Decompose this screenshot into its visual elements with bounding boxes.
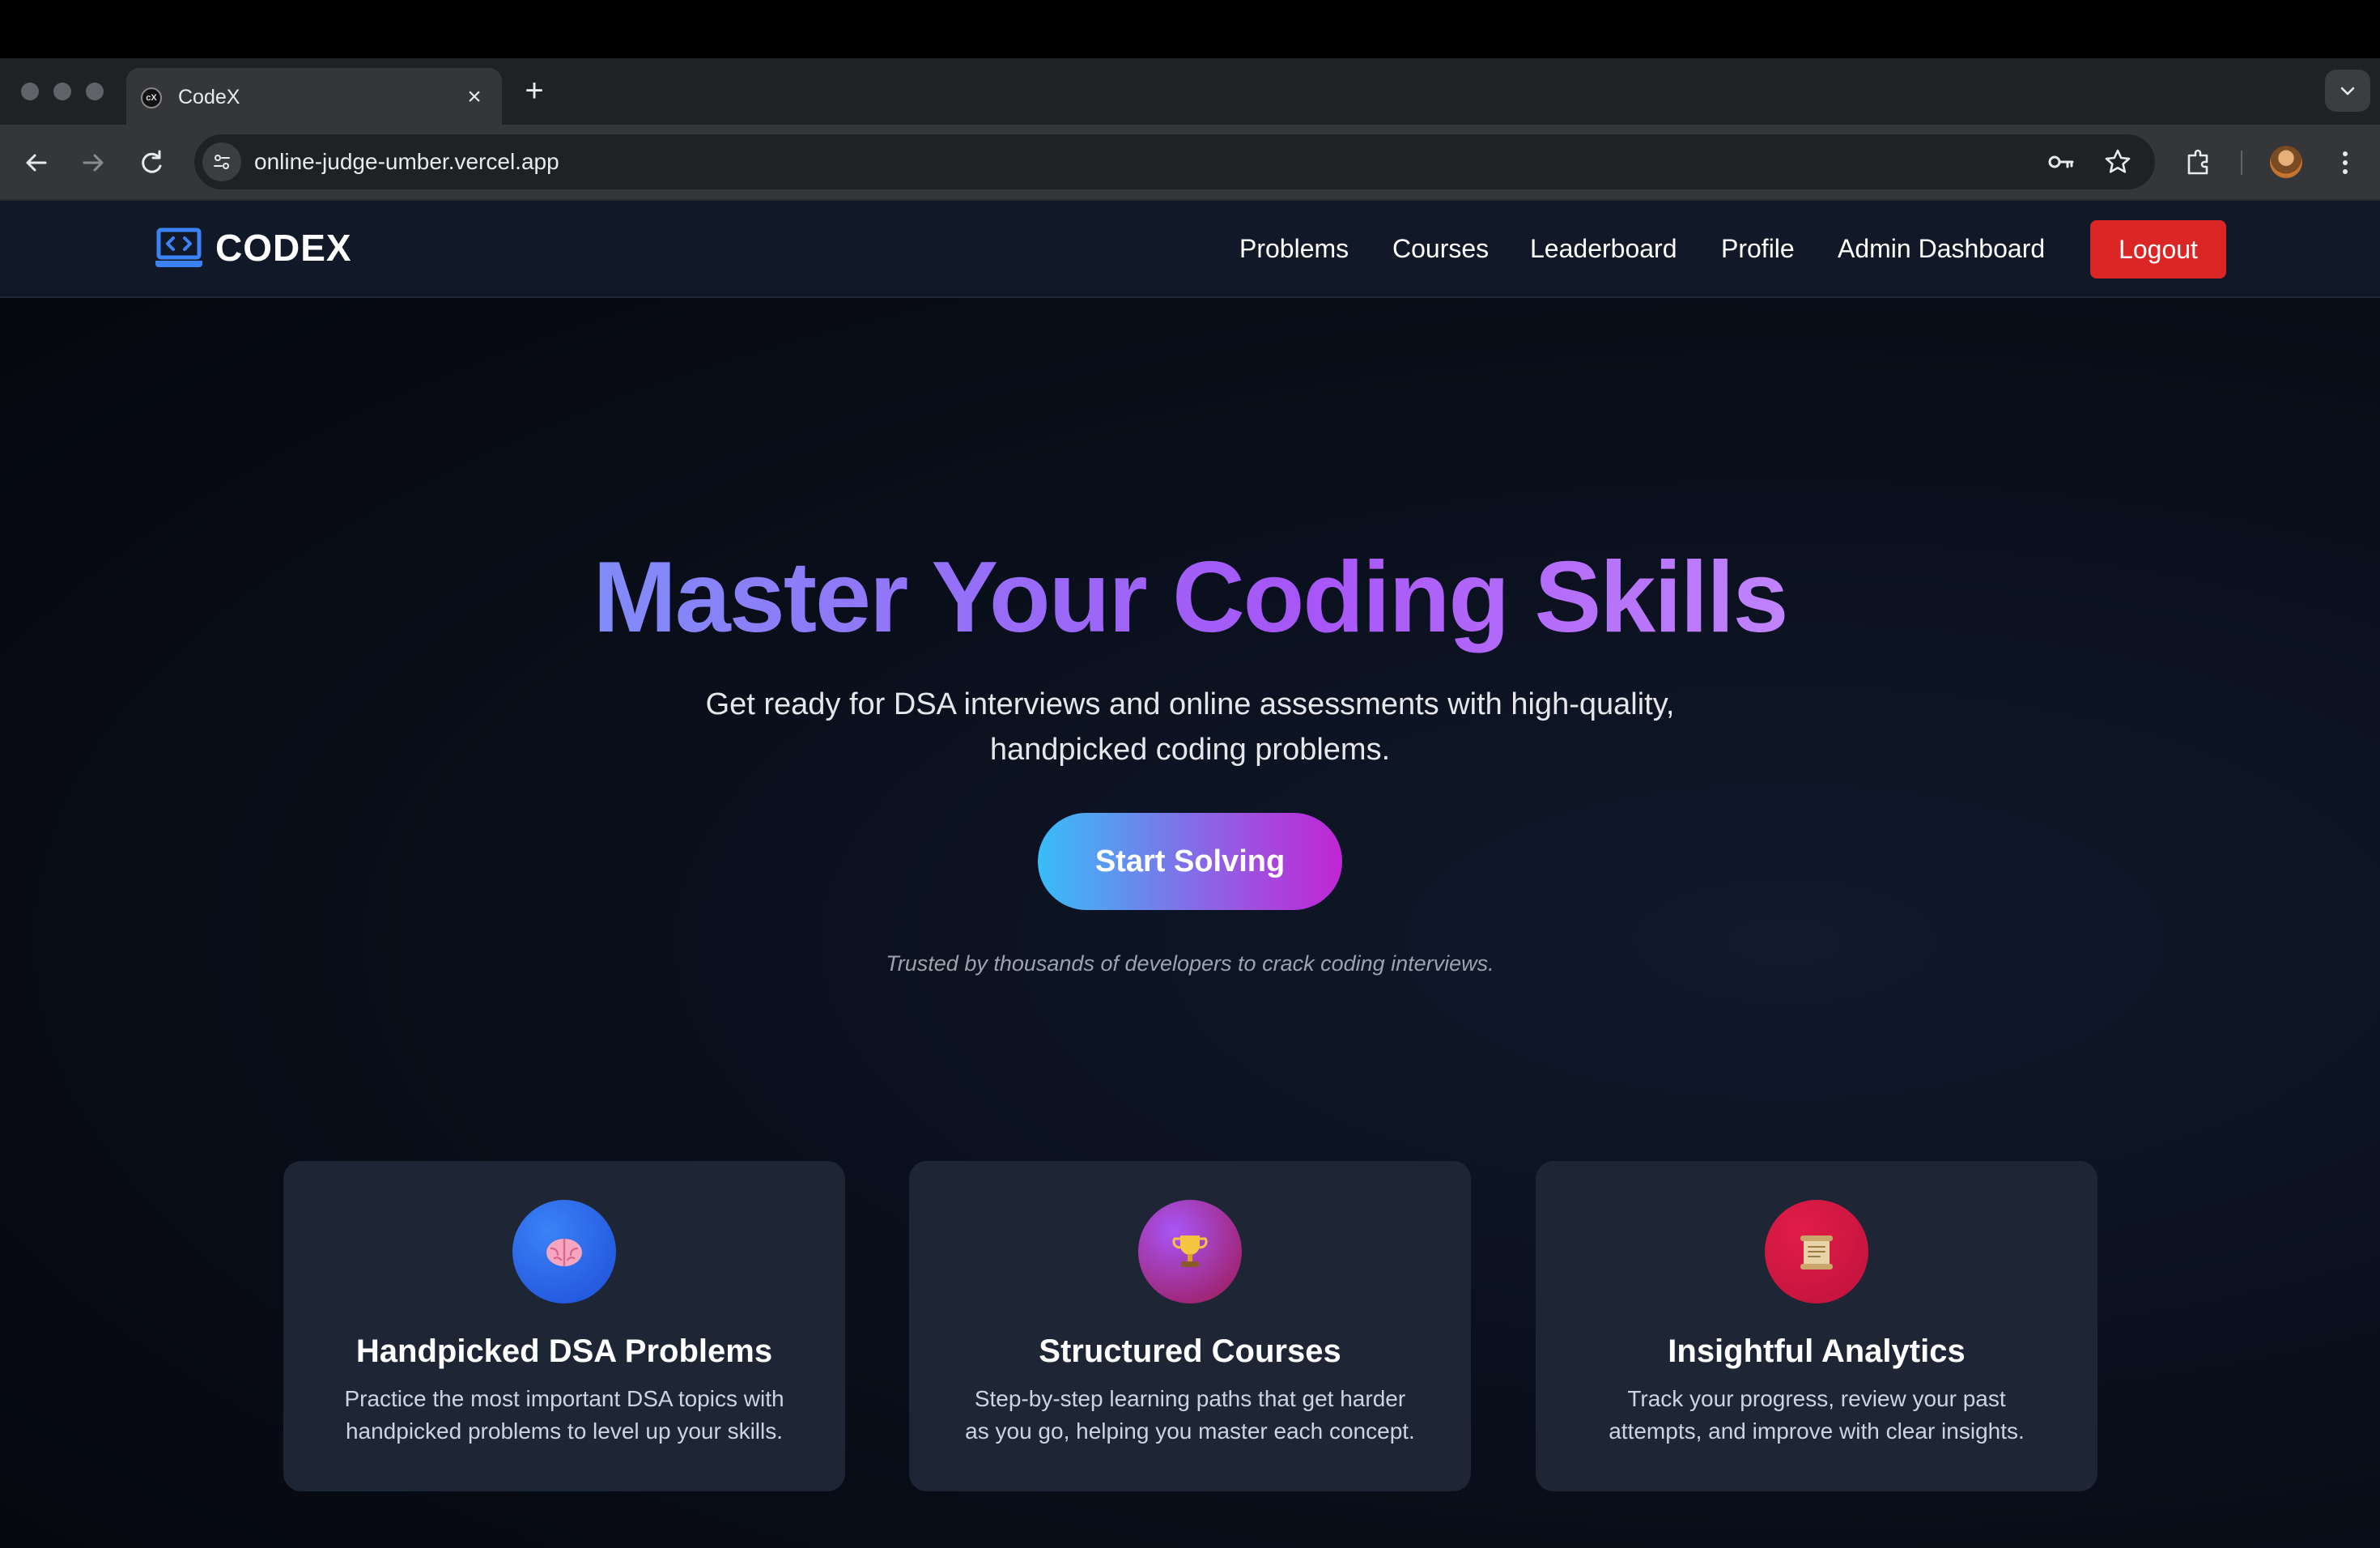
kebab-menu-icon[interactable] [2327, 144, 2364, 181]
hero-subtitle: Get ready for DSA interviews and online … [623, 682, 1757, 772]
address-bar[interactable]: online-judge-umber.vercel.app [194, 134, 2155, 189]
logout-button[interactable]: Logout [2090, 220, 2226, 279]
tab-close-icon[interactable]: × [460, 83, 489, 112]
bookmark-star-icon[interactable] [2102, 146, 2134, 178]
feature-title: Structured Courses [1039, 1333, 1341, 1369]
site-info-icon[interactable] [202, 142, 241, 181]
feature-title: Handpicked DSA Problems [355, 1333, 773, 1369]
reload-icon[interactable] [133, 144, 170, 181]
key-icon[interactable] [2045, 146, 2077, 178]
page-viewport: CODEX Problems Courses Leaderboard Profi… [0, 201, 2380, 1548]
nav-link-admin-dashboard[interactable]: Admin Dashboard [1838, 232, 2045, 266]
profile-avatar[interactable] [2270, 146, 2302, 178]
browser-toolbar: online-judge-umber.vercel.app [0, 125, 2380, 201]
feature-description: Track your progress, review your past at… [1568, 1383, 2065, 1448]
new-tab-plus-icon[interactable]: + [518, 74, 550, 107]
feature-description-line: as you go, helping you master each conce… [965, 1418, 1415, 1444]
nav-link-courses[interactable]: Courses [1392, 232, 1489, 266]
hero-subtitle-line-1: Get ready for DSA interviews and online … [705, 687, 1675, 721]
hero-title: Master Your Coding Skills [0, 541, 2380, 654]
feature-card-courses: Structured Courses Step-by-step learning… [909, 1161, 1471, 1491]
browser-tab[interactable]: cX CodeX × [126, 68, 502, 126]
extensions-puzzle-icon[interactable] [2181, 144, 2218, 181]
trusted-tagline: Trusted by thousands of developers to cr… [886, 951, 1494, 976]
feature-description-line: handpicked problems to level up your ski… [345, 1418, 784, 1444]
window-top-strip [0, 0, 2380, 58]
nav-link-leaderboard[interactable]: Leaderboard [1530, 232, 1677, 266]
scroll-icon [1765, 1200, 1868, 1303]
url-text: online-judge-umber.vercel.app [254, 149, 559, 174]
feature-description-line: attempts, and improve with clear insight… [1609, 1418, 2025, 1444]
nav-link-profile[interactable]: Profile [1721, 232, 1795, 266]
feature-description-line: Step-by-step learning paths that get har… [974, 1386, 1406, 1411]
feature-description-line: Practice the most important DSA topics w… [344, 1386, 784, 1411]
chevron-down-icon [2340, 87, 2355, 96]
brain-icon [512, 1200, 616, 1303]
site-logo-text[interactable]: CODEX [215, 225, 352, 270]
tab-favicon-icon: cX [141, 87, 162, 108]
tab-search-button[interactable] [2325, 70, 2370, 112]
hero-subtitle-line-2: handpicked coding problems. [989, 733, 1391, 767]
trophy-icon [1138, 1200, 1242, 1303]
feature-description: Practice the most important DSA topics w… [316, 1383, 813, 1448]
start-solving-button[interactable]: Start Solving [1038, 813, 1342, 910]
feature-description-line: Track your progress, review your past [1627, 1386, 2006, 1411]
nav-link-problems[interactable]: Problems [1239, 232, 1349, 266]
site-navbar: CODEX Problems Courses Leaderboard Profi… [0, 201, 2380, 298]
back-arrow-icon[interactable] [18, 144, 55, 181]
toolbar-divider [2241, 151, 2242, 175]
feature-card-analytics: Insightful Analytics Track your progress… [1536, 1161, 2097, 1491]
minimize-window-button[interactable] [53, 83, 71, 100]
laptop-code-icon[interactable] [154, 227, 204, 274]
feature-card-problems: Handpicked DSA Problems Practice the mos… [283, 1161, 845, 1491]
feature-title: Insightful Analytics [1668, 1333, 1966, 1369]
feature-description: Step-by-step learning paths that get har… [941, 1383, 1439, 1448]
hero-title-text: Master Your Coding Skills [593, 542, 1788, 653]
maximize-window-button[interactable] [86, 83, 104, 100]
close-window-button[interactable] [21, 83, 39, 100]
tab-title: CodeX [178, 86, 240, 108]
forward-arrow-icon[interactable] [74, 144, 112, 181]
